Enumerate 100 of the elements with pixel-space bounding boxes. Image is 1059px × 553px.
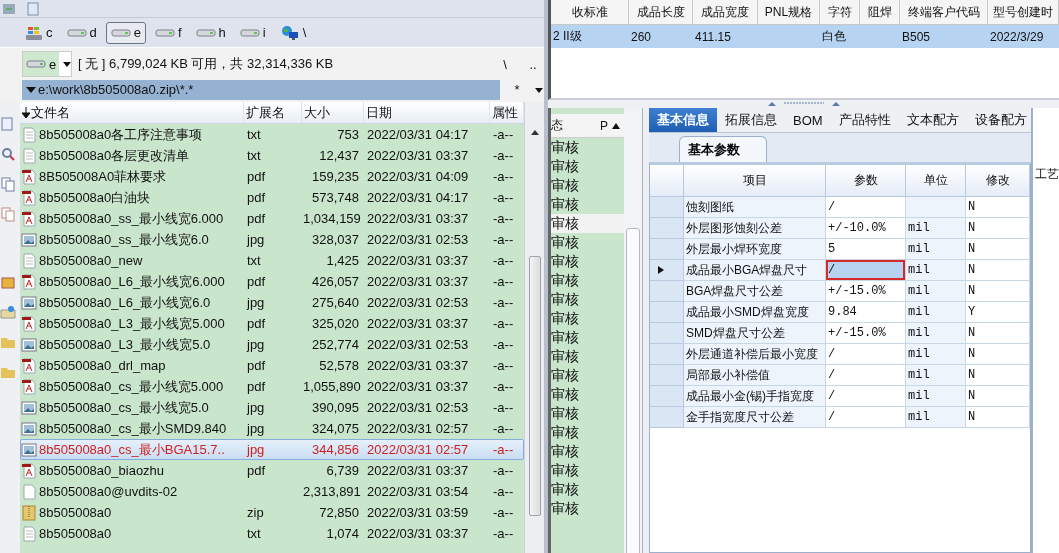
file-row[interactable]: 8b505008a0_L3_最小线宽5.0 jpg 252,774 2022/03/31 02:53 -a-- [20,334,524,355]
image-file-icon [21,399,37,416]
pdf-file-icon [21,462,37,479]
path-field[interactable]: e:\work\8b505008a0.zip\*.* [22,79,500,100]
column-header[interactable]: 文件名 [20,102,244,123]
file-name: 8b505008a0_biaozhu [39,463,165,478]
column-header[interactable]: 修改 [966,165,1030,197]
table-cell[interactable]: / [826,407,906,428]
file-row[interactable]: 8b505008a0各工序注意事项 txt 753 2022/03/31 04:17 -a-- [20,124,524,145]
drive-button[interactable]: c [20,21,58,44]
status-cell[interactable]: 审核 [551,480,624,499]
tab[interactable]: 基本信息 [649,108,717,132]
status-cell[interactable]: 审核 [551,328,624,347]
file-row[interactable]: 8b505008a0_cs_最小BGA15.7.. jpg 344,856 2022/03/31 02:57 -a-- [20,439,524,460]
status-cell[interactable]: 审核 [551,157,624,176]
drive-button[interactable]: \ [274,21,312,44]
column-header[interactable]: 终端客户代码 [900,0,988,25]
file-row[interactable]: 8b505008a0_L6_最小线宽6.000 pdf 426,057 2022/03/31 03:37 -a-- [20,271,524,292]
file-row[interactable]: 8b505008a0各层更改清单 txt 12,437 2022/03/31 03:37 -a-- [20,145,524,166]
status-cell[interactable]: 审核 [551,499,624,518]
tab[interactable]: 文本配方 [898,108,967,132]
column-header[interactable]: 单位 [906,165,966,197]
table-cell[interactable]: / [826,260,906,281]
status-cell[interactable]: 审核 [551,461,624,480]
up-button[interactable]: .. [522,56,544,72]
column-header[interactable]: P [600,118,608,133]
scrollbar-thumb[interactable] [626,228,640,553]
file-row[interactable]: 8B505008A0菲林要求 pdf 159,235 2022/03/31 04:09 -a-- [20,166,524,187]
column-header[interactable]: 态 [551,117,563,134]
table-cell[interactable]: +/-15.0% [826,281,906,302]
status-cell[interactable]: 审核 [551,138,624,157]
table-cell[interactable]: +/-10.0% [826,218,906,239]
status-cell[interactable]: 审核 [551,385,624,404]
column-header[interactable]: 扩展名 [244,102,302,123]
status-cell[interactable]: 审核 [551,423,624,442]
column-header[interactable]: 字符 [820,0,860,25]
column-header[interactable]: PNL规格 [758,0,820,25]
file-extension: pdf [246,211,267,226]
table-cell[interactable]: / [826,197,906,218]
drive-button[interactable]: h [190,21,231,44]
status-cell[interactable]: 审核 [551,233,624,252]
tab[interactable]: 产品特性 [830,108,899,132]
file-row[interactable]: 8b505008a0_drl_map pdf 52,578 2022/03/31 03:37 -a-- [20,355,524,376]
file-row[interactable]: 8b505008a0 zip 72,850 2022/03/31 03:59 -a-- [20,502,524,523]
table-cell[interactable]: +/-15.0% [826,323,906,344]
tab[interactable]: BOM [785,108,831,132]
row-header[interactable] [650,260,684,281]
drive-button[interactable]: i [234,21,271,44]
column-header[interactable]: 大小 [302,102,364,123]
table-cell[interactable]: / [826,344,906,365]
status-cell[interactable]: 审核 [551,290,624,309]
status-cell[interactable]: 审核 [551,404,624,423]
image-file-icon [21,294,37,311]
table-cell[interactable]: 5 [826,239,906,260]
scrollbar-thumb[interactable] [528,256,541,516]
column-header[interactable]: 成品长度 [629,0,693,25]
column-header[interactable]: 项目 [684,165,826,197]
file-row[interactable]: 8b505008a0_L3_最小线宽5.000 pdf 325,020 2022/03/31 03:37 -a-- [20,313,524,334]
file-row[interactable]: 8b505008a0白油块 pdf 573,748 2022/03/31 04:17 -a-- [20,187,524,208]
file-row[interactable]: 8b505008a0_cs_最小线宽5.0 jpg 390,095 2022/03/31 02:53 -a-- [20,397,524,418]
status-cell[interactable]: 审核 [551,271,624,290]
file-date: 2022/03/31 02:57 [366,442,470,457]
file-row[interactable]: 8b505008a0_cs_最小线宽5.000 pdf 1,055,890 2022/03/31 03:37 -a-- [20,376,524,397]
column-header[interactable]: 成品宽度 [693,0,758,25]
file-row[interactable]: 8b505008a0_ss_最小线宽6.000 pdf 1,034,159 2022/03/31 03:37 -a-- [20,208,524,229]
file-row[interactable]: 8b505008a0@uvdits-02 2,313,891 2022/03/31 03:54 -a-- [20,481,524,502]
tab[interactable]: 拓展信息 [717,108,785,132]
table-cell[interactable]: / [826,386,906,407]
column-header[interactable]: 收标准 [551,0,629,25]
text-file-icon [21,252,37,269]
status-cell[interactable]: 审核 [551,366,624,385]
file-attributes: -a-- [492,127,515,142]
file-attributes: -a-- [492,463,515,478]
status-cell[interactable]: 审核 [551,309,624,328]
table-cell[interactable]: / [826,365,906,386]
column-header[interactable]: 日期 [364,102,490,123]
tab[interactable]: 设备配方 [966,108,1035,132]
status-cell[interactable]: 审核 [551,195,624,214]
status-cell[interactable]: 审核 [551,252,624,271]
file-row[interactable]: 8b505008a0_new txt 1,425 2022/03/31 03:37 -a-- [20,250,524,271]
drive-dropdown[interactable]: e [22,51,72,77]
drive-button[interactable]: e [105,21,146,44]
table-cell[interactable]: 9.84 [826,302,906,323]
file-row[interactable]: 8b505008a0 txt 1,074 2022/03/31 03:37 -a-- [20,523,524,544]
status-cell[interactable]: 审核 [551,442,624,461]
root-button[interactable]: \ [494,56,516,72]
filter-button[interactable]: * [506,82,528,97]
column-header[interactable]: 阻焊 [860,0,900,25]
sub-tab[interactable]: 基本参数 [679,136,767,162]
status-cell[interactable]: 审核 [551,214,624,233]
drive-button[interactable]: f [149,21,187,44]
status-cell[interactable]: 审核 [551,176,624,195]
column-header[interactable]: 参数 [826,165,906,197]
column-header[interactable]: 型号创建时 [988,0,1059,25]
file-row[interactable]: 8b505008a0_cs_最小SMD9.840 jpg 324,075 2022/03/31 02:57 -a-- [20,418,524,439]
file-row[interactable]: 8b505008a0_ss_最小线宽6.0 jpg 328,037 2022/03/31 02:53 -a-- [20,229,524,250]
drive-button[interactable]: d [61,21,102,44]
file-row[interactable]: 8b505008a0_L6_最小线宽6.0 jpg 275,640 2022/03/31 02:53 -a-- [20,292,524,313]
file-row[interactable]: 8b505008a0_biaozhu pdf 6,739 2022/03/31 03:37 -a-- [20,460,524,481]
status-cell[interactable]: 审核 [551,347,624,366]
